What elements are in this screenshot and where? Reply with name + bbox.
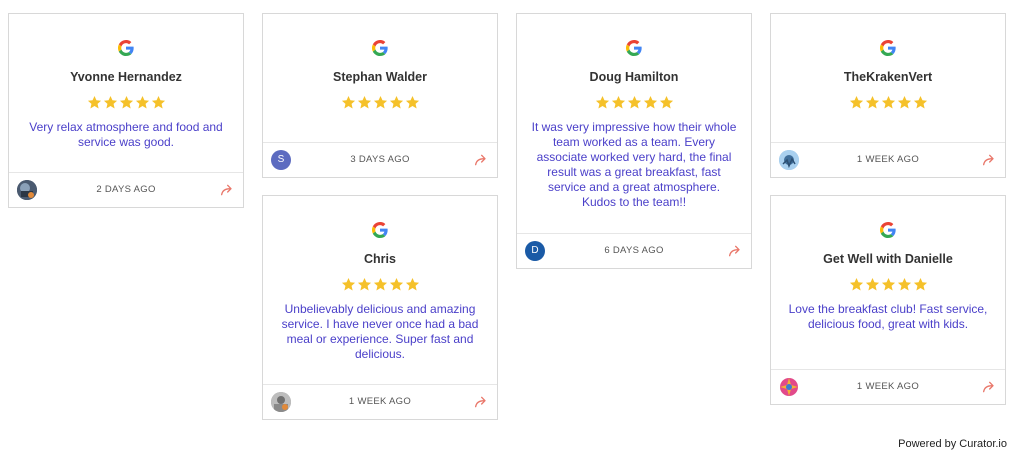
review-card[interactable]: Chris Unbelievably delicious and amazing… bbox=[262, 195, 498, 420]
star-icon bbox=[849, 95, 864, 110]
review-body: Doug Hamilton It was very impressive how… bbox=[517, 14, 751, 210]
star-rating bbox=[9, 95, 243, 111]
review-text: Love the breakfast club! Fast service, d… bbox=[788, 302, 988, 331]
review-footer: 1 WEEK AGO bbox=[263, 384, 497, 419]
star-icon bbox=[881, 95, 896, 110]
star-icon bbox=[389, 95, 404, 110]
review-body: Stephan Walder bbox=[263, 14, 497, 120]
review-time: 1 WEEK AGO bbox=[856, 154, 920, 165]
star-icon bbox=[103, 95, 118, 110]
powered-by-link[interactable]: Powered by Curator.io bbox=[898, 438, 1007, 450]
star-icon bbox=[659, 95, 674, 110]
star-icon bbox=[611, 95, 626, 110]
review-card[interactable]: TheKrakenVert 1 WEEK AGO bbox=[770, 13, 1006, 178]
review-body: Chris Unbelievably delicious and amazing… bbox=[263, 196, 497, 362]
star-icon bbox=[865, 95, 880, 110]
star-icon bbox=[341, 95, 356, 110]
star-rating bbox=[771, 95, 1005, 111]
google-icon bbox=[372, 40, 388, 56]
review-body: Yvonne Hernandez Very relax atmosphere a… bbox=[9, 14, 243, 150]
star-icon bbox=[389, 277, 404, 292]
star-icon bbox=[357, 95, 372, 110]
review-time: 3 DAYS AGO bbox=[350, 154, 410, 165]
review-text bbox=[771, 111, 1005, 120]
review-footer: S 3 DAYS AGO bbox=[263, 142, 497, 177]
star-rating bbox=[517, 95, 751, 111]
share-icon[interactable] bbox=[473, 152, 489, 168]
review-text: Very relax atmosphere and food and servi… bbox=[29, 120, 223, 149]
review-time: 1 WEEK AGO bbox=[348, 396, 412, 407]
star-rating bbox=[263, 95, 497, 111]
star-icon bbox=[595, 95, 610, 110]
review-author: TheKrakenVert bbox=[843, 70, 933, 84]
google-icon bbox=[372, 222, 388, 238]
star-icon bbox=[87, 95, 102, 110]
review-footer: 1 WEEK AGO bbox=[771, 369, 1005, 404]
review-card[interactable]: Get Well with Danielle Love the breakfas… bbox=[770, 195, 1006, 405]
share-icon[interactable] bbox=[981, 152, 997, 168]
review-body: TheKrakenVert bbox=[771, 14, 1005, 120]
star-icon bbox=[849, 277, 864, 292]
share-icon[interactable] bbox=[727, 243, 743, 259]
review-text: It was very impressive how their whole t… bbox=[531, 120, 737, 209]
star-icon bbox=[119, 95, 134, 110]
star-icon bbox=[913, 95, 928, 110]
star-icon bbox=[913, 277, 928, 292]
star-icon bbox=[373, 277, 388, 292]
google-icon bbox=[880, 222, 896, 238]
star-icon bbox=[881, 277, 896, 292]
review-time: 1 WEEK AGO bbox=[856, 381, 920, 392]
star-icon bbox=[865, 277, 880, 292]
review-body: Get Well with Danielle Love the breakfas… bbox=[771, 196, 1005, 332]
star-icon bbox=[405, 277, 420, 292]
share-icon[interactable] bbox=[981, 379, 997, 395]
review-text bbox=[263, 111, 497, 120]
star-icon bbox=[405, 95, 420, 110]
review-card[interactable]: Stephan Walder S 3 DAYS AGO bbox=[262, 13, 498, 178]
review-footer: D 6 DAYS AGO bbox=[517, 233, 751, 268]
review-author: Stephan Walder bbox=[333, 70, 427, 84]
star-icon bbox=[135, 95, 150, 110]
star-icon bbox=[897, 277, 912, 292]
star-icon bbox=[341, 277, 356, 292]
share-icon[interactable] bbox=[219, 182, 235, 198]
review-time: 2 DAYS AGO bbox=[96, 184, 156, 195]
review-text: Unbelievably delicious and amazing servi… bbox=[281, 302, 479, 361]
share-icon[interactable] bbox=[473, 394, 489, 410]
star-icon bbox=[151, 95, 166, 110]
review-author: Chris bbox=[364, 252, 396, 266]
google-icon bbox=[118, 40, 134, 56]
review-author: Doug Hamilton bbox=[589, 70, 679, 84]
review-footer: 1 WEEK AGO bbox=[771, 142, 1005, 177]
review-author: Get Well with Danielle bbox=[823, 252, 953, 266]
star-icon bbox=[357, 277, 372, 292]
star-rating bbox=[263, 277, 497, 293]
google-icon bbox=[880, 40, 896, 56]
review-author: Yvonne Hernandez bbox=[70, 70, 182, 84]
star-icon bbox=[897, 95, 912, 110]
review-time: 6 DAYS AGO bbox=[604, 245, 664, 256]
star-icon bbox=[627, 95, 642, 110]
google-icon bbox=[626, 40, 642, 56]
star-icon bbox=[373, 95, 388, 110]
star-rating bbox=[771, 277, 1005, 293]
review-card[interactable]: Yvonne Hernandez Very relax atmosphere a… bbox=[8, 13, 244, 208]
star-icon bbox=[643, 95, 658, 110]
review-card[interactable]: Doug Hamilton It was very impressive how… bbox=[516, 13, 752, 269]
review-footer: 2 DAYS AGO bbox=[9, 172, 243, 207]
